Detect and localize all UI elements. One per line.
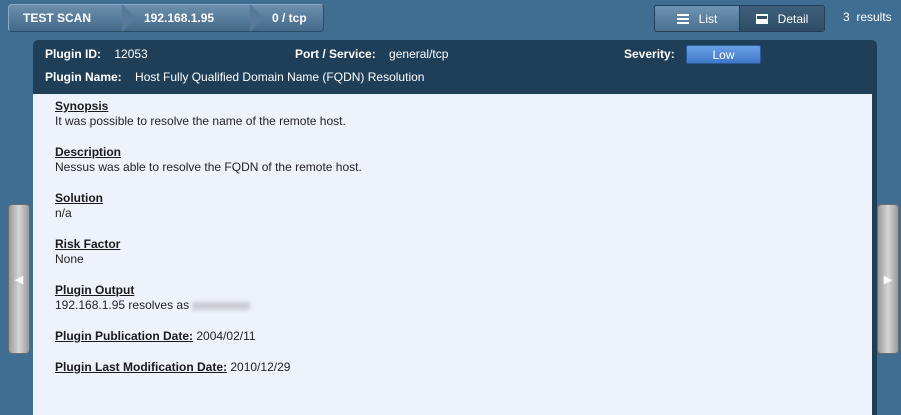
redacted-hostname	[192, 301, 251, 310]
list-view-label: List	[698, 11, 718, 26]
description-heading: Description	[55, 145, 122, 159]
breadcrumb-scan[interactable]: TEST SCAN	[8, 4, 136, 32]
plugin-output-section: Plugin Output 192.168.1.95 resolves as	[55, 283, 251, 312]
plugin-id-label: Plugin ID:	[45, 47, 101, 61]
plugin-detail-panel: Plugin ID: 12053 Port / Service: general…	[33, 40, 877, 415]
solution-section: Solution n/a	[55, 191, 103, 220]
breadcrumb-arrow	[122, 4, 136, 32]
risk-factor-heading: Risk Factor	[55, 237, 121, 251]
synopsis-heading: Synopsis	[55, 99, 109, 113]
breadcrumb-host[interactable]: 192.168.1.95	[122, 4, 264, 32]
detail-icon	[755, 13, 768, 24]
previous-result-button[interactable]: ◀	[8, 204, 30, 354]
results-count: 3 results	[843, 10, 892, 24]
risk-factor-section: Risk Factor None	[55, 237, 120, 266]
chevron-right-icon: ▶	[883, 273, 893, 286]
breadcrumb-scan-label: TEST SCAN	[23, 11, 92, 25]
breadcrumb-host-label: 192.168.1.95	[144, 11, 215, 25]
plugin-detail-body: Synopsis It was possible to resolve the …	[33, 94, 872, 415]
port-service-field: Port / Service: general/tcp	[295, 47, 448, 61]
plugin-output-text: 192.168.1.95 resolves as	[55, 298, 251, 312]
severity-field: Severity:	[624, 47, 675, 61]
description-section: Description Nessus was able to resolve t…	[55, 145, 362, 174]
publication-date-value: 2004/02/11	[196, 329, 256, 343]
severity-label: Severity:	[624, 47, 675, 61]
modification-date-field: Plugin Last Modification Date: 2010/12/2…	[55, 360, 290, 374]
severity-badge: Low	[686, 45, 761, 64]
port-service-label: Port / Service:	[295, 47, 376, 61]
plugin-name-value: Host Fully Qualified Domain Name (FQDN) …	[135, 70, 425, 84]
list-view-button[interactable]: List	[655, 6, 739, 31]
breadcrumb: TEST SCAN 192.168.1.95 0 / tcp	[8, 4, 324, 32]
publication-date-label: Plugin Publication Date:	[55, 329, 194, 343]
publication-date-field: Plugin Publication Date: 2004/02/11	[55, 329, 256, 343]
breadcrumb-port-label: 0 / tcp	[272, 11, 307, 25]
port-service-value: general/tcp	[389, 47, 449, 61]
list-icon	[676, 13, 689, 24]
modification-date-label: Plugin Last Modification Date:	[55, 360, 228, 374]
next-result-button[interactable]: ▶	[877, 204, 899, 354]
plugin-name-field: Plugin Name: Host Fully Qualified Domain…	[45, 70, 424, 84]
solution-heading: Solution	[55, 191, 103, 205]
detail-view-label: Detail	[777, 11, 809, 26]
view-toggle: List Detail	[654, 5, 825, 32]
plugin-output-value: 192.168.1.95 resolves as	[55, 298, 190, 312]
synopsis-section: Synopsis It was possible to resolve the …	[55, 99, 346, 128]
plugin-name-label: Plugin Name:	[45, 70, 122, 84]
modification-date-value: 2010/12/29	[230, 360, 291, 374]
plugin-id-value: 12053	[114, 47, 148, 61]
description-text: Nessus was able to resolve the FQDN of t…	[55, 160, 362, 174]
detail-view-button[interactable]: Detail	[739, 6, 824, 31]
plugin-id-field: Plugin ID: 12053	[45, 47, 148, 61]
chevron-left-icon: ◀	[14, 273, 24, 286]
solution-text: n/a	[55, 206, 72, 220]
synopsis-text: It was possible to resolve the name of t…	[55, 114, 346, 128]
breadcrumb-arrow	[250, 4, 264, 32]
risk-factor-text: None	[55, 252, 84, 266]
plugin-output-heading: Plugin Output	[55, 283, 135, 297]
